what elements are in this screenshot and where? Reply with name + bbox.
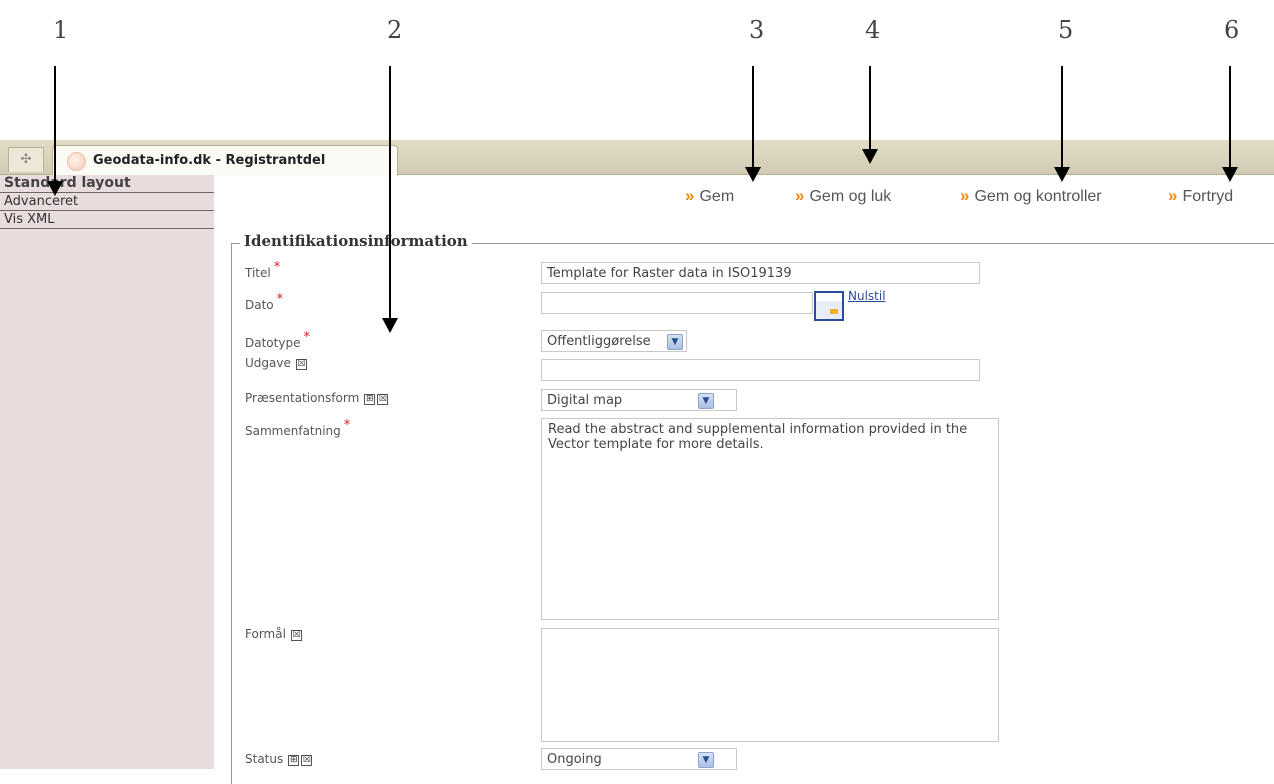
datotype-label: Datotype * xyxy=(245,330,310,350)
remove-icon[interactable]: ☒ xyxy=(290,630,302,641)
titel-field[interactable]: Template for Raster data in ISO19139 xyxy=(541,262,980,284)
chevron-down-icon: ▼ xyxy=(698,393,714,409)
praesentationsform-label: Præsentationsform ⊞ ☒ xyxy=(245,391,389,405)
chevron-icon: » xyxy=(795,186,805,205)
chevron-down-icon: ▼ xyxy=(667,334,683,350)
udgave-field[interactable] xyxy=(541,359,980,381)
annotation-arrow-4 xyxy=(862,66,878,164)
browser-tab-strip: ✣ Geodata-info.dk - Registrantdel xyxy=(0,140,1274,176)
favicon-icon xyxy=(67,152,86,171)
nav-item-vis-xml[interactable]: Vis XML xyxy=(0,211,214,229)
annotation-arrow-3 xyxy=(745,66,761,182)
sammenfatning-label: Sammenfatning * xyxy=(245,418,351,438)
nav-item-advanceret[interactable]: Advanceret xyxy=(0,193,214,211)
fieldset-legend: Identifikationsinformation xyxy=(240,232,472,250)
annotation-number-4: 4 xyxy=(865,16,881,44)
left-nav: Standard layout Advanceret Vis XML xyxy=(0,175,214,769)
praesentationsform-select[interactable]: Digital map ▼ xyxy=(541,389,737,411)
annotation-number-6: 6 xyxy=(1224,16,1240,44)
cancel-button[interactable]: » Fortryd xyxy=(1168,186,1233,206)
formaal-label: Formål ☒ xyxy=(245,627,302,641)
calendar-icon[interactable] xyxy=(814,291,844,321)
save-close-button[interactable]: » Gem og luk xyxy=(795,186,891,206)
remove-icon[interactable]: ☒ xyxy=(295,359,307,370)
required-icon: * xyxy=(276,292,284,307)
titel-label: Titel * xyxy=(245,260,281,280)
reset-link[interactable]: Nulstil xyxy=(848,289,886,303)
required-icon: * xyxy=(343,418,351,433)
remove-icon[interactable]: ☒ xyxy=(301,755,313,766)
formaal-textarea[interactable] xyxy=(541,628,999,742)
add-icon[interactable]: ⊞ xyxy=(364,394,376,405)
annotation-arrow-2 xyxy=(382,66,398,333)
add-icon[interactable]: ⊞ xyxy=(288,755,300,766)
save-button[interactable]: » Gem xyxy=(685,186,734,206)
browser-tab[interactable]: Geodata-info.dk - Registrantdel xyxy=(52,145,398,176)
annotation-arrow-5 xyxy=(1054,66,1070,182)
status-select[interactable]: Ongoing ▼ xyxy=(541,748,737,770)
nav-item-standard-layout[interactable]: Standard layout xyxy=(0,175,214,193)
dato-field[interactable] xyxy=(541,292,813,314)
required-icon: * xyxy=(303,330,310,345)
required-icon: * xyxy=(273,260,281,275)
annotation-number-1: 1 xyxy=(53,16,69,44)
annotation-number-3: 3 xyxy=(749,16,765,44)
save-validate-button[interactable]: » Gem og kontroller xyxy=(960,186,1102,206)
annotation-number-2: 2 xyxy=(387,16,403,44)
chevron-down-icon: ▼ xyxy=(698,752,714,768)
datotype-select[interactable]: Offentliggørelse ▼ xyxy=(541,330,687,352)
chevron-icon: » xyxy=(960,186,970,205)
new-tab-icon[interactable]: ✣ xyxy=(8,147,44,172)
remove-icon[interactable]: ☒ xyxy=(377,394,389,405)
chevron-icon: » xyxy=(1168,186,1178,205)
annotation-number-5: 5 xyxy=(1058,16,1074,44)
annotation-arrow-1 xyxy=(47,66,63,196)
udgave-label: Udgave ☒ xyxy=(245,356,307,370)
annotation-arrow-6 xyxy=(1222,66,1238,182)
status-label: Status ⊞ ☒ xyxy=(245,752,313,766)
dato-label: Dato * xyxy=(245,292,284,312)
chevron-icon: » xyxy=(685,186,695,205)
browser-tab-title: Geodata-info.dk - Registrantdel xyxy=(93,153,326,168)
sammenfatning-textarea[interactable]: Read the abstract and supplemental infor… xyxy=(541,418,999,620)
